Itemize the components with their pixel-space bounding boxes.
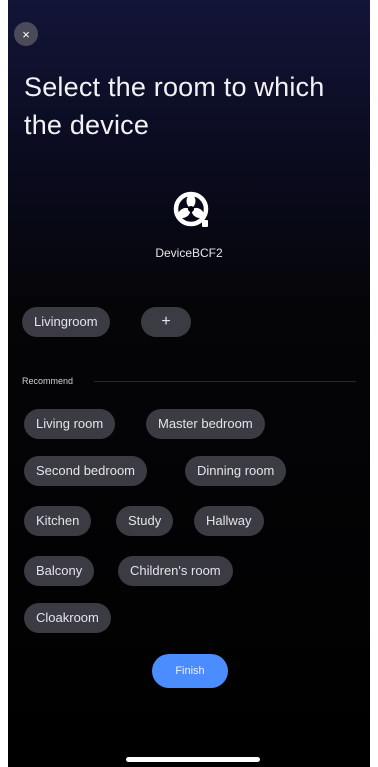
- room-chip-living-room[interactable]: Living room: [24, 409, 116, 439]
- add-room-button[interactable]: +: [141, 307, 191, 337]
- room-chip-kitchen[interactable]: Kitchen: [24, 506, 92, 536]
- room-chip-cloakroom[interactable]: Cloakroom: [24, 603, 111, 633]
- home-indicator[interactable]: [126, 757, 260, 762]
- close-icon: ×: [22, 26, 30, 42]
- room-chip-hallway[interactable]: Hallway: [194, 506, 264, 536]
- finish-button[interactable]: Finish: [152, 654, 228, 688]
- room-chip-childrens-room[interactable]: Children's room: [118, 556, 233, 586]
- device-name: DeviceBCF2: [155, 246, 223, 260]
- room-chip-study[interactable]: Study: [116, 506, 174, 536]
- room-chip-dinning-room[interactable]: Dinning room: [185, 456, 287, 486]
- close-button[interactable]: ×: [14, 22, 38, 46]
- room-chip-master-bedroom[interactable]: Master bedroom: [146, 409, 265, 439]
- room-chip-balcony[interactable]: Balcony: [24, 556, 95, 586]
- room-chip-second-bedroom[interactable]: Second bedroom: [24, 456, 148, 486]
- divider: [94, 381, 356, 382]
- app-screen: × Select the room to which the device De…: [8, 0, 370, 767]
- current-room-chip[interactable]: Livingroom: [22, 307, 110, 337]
- fan-icon: [173, 191, 209, 227]
- recommend-label: Recommend: [22, 376, 74, 386]
- page-title: Select the room to which the device: [24, 72, 325, 140]
